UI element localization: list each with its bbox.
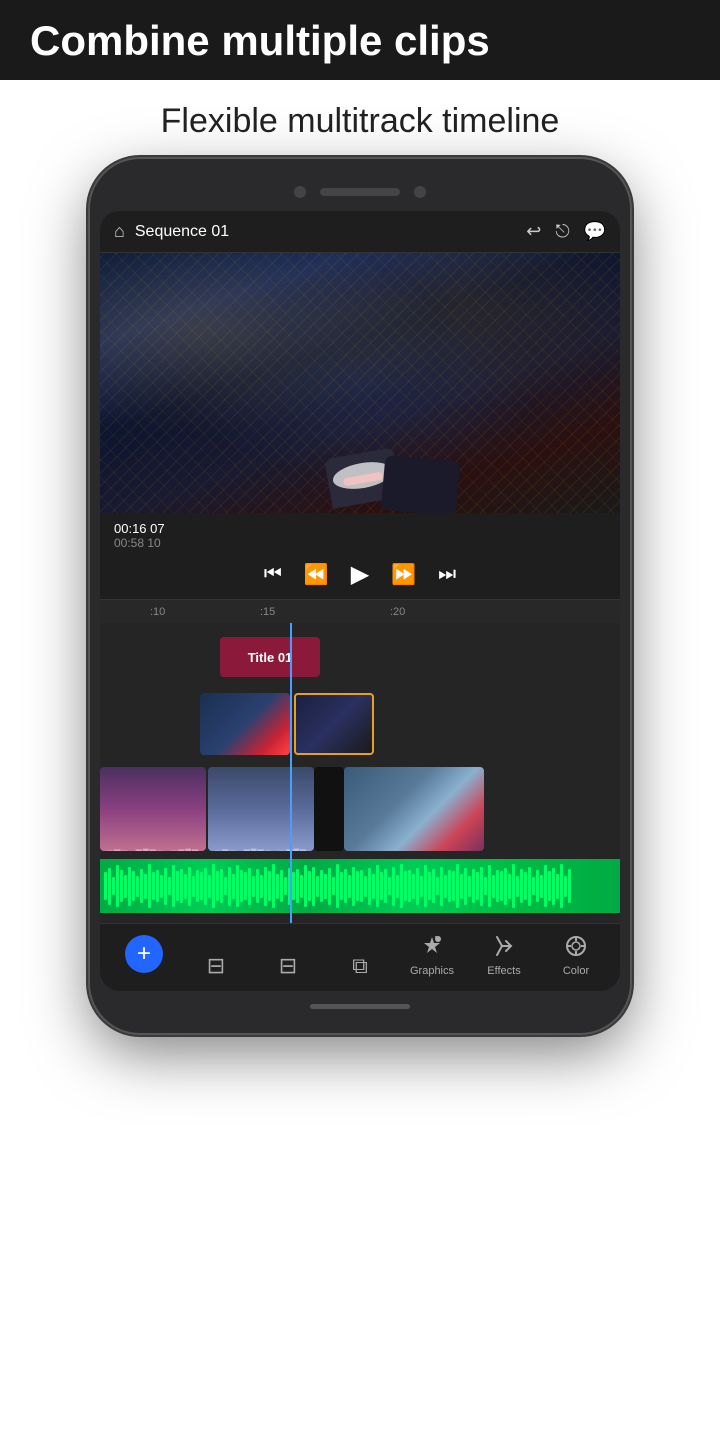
audio-wave-visual <box>104 863 616 909</box>
subtitle: Flexible multitrack timeline <box>0 80 720 159</box>
main-clip-2[interactable] <box>208 767 314 851</box>
playback-controls: ⏮ ⏪ ▶ ⏩ ⏭ <box>114 556 606 595</box>
timeline-tracks[interactable]: Title 01 <box>100 623 620 923</box>
step-back-button[interactable]: ⏪ <box>304 562 329 587</box>
broll-clip-1[interactable] <box>200 693 290 755</box>
ruler-mark-20: :20 <box>390 606 405 618</box>
speaker-bar <box>320 188 400 196</box>
shoe-right <box>381 455 461 513</box>
nav-item-add[interactable]: + <box>108 935 180 977</box>
phone-wrapper: ⌂ Sequence 01 ↩ ⎋ 💬 <box>0 159 720 1063</box>
color-icon <box>564 934 588 962</box>
graphics-label: Graphics <box>410 965 454 977</box>
home-indicator <box>310 1004 410 1009</box>
nav-item-graphics[interactable]: Graphics <box>396 934 468 977</box>
app-header: ⌂ Sequence 01 ↩ ⎋ 💬 <box>100 211 620 253</box>
broll-track <box>100 689 620 761</box>
bottom-nav: + ⊟ ⊟ ⧉ <box>100 923 620 991</box>
play-button[interactable]: ▶ <box>351 560 369 589</box>
add-icon: + <box>137 940 151 968</box>
color-label: Color <box>563 965 589 977</box>
nav-item-effects[interactable]: Effects <box>468 934 540 977</box>
effects-icon <box>492 934 516 962</box>
home-icon[interactable]: ⌂ <box>114 221 125 242</box>
phone-bottom <box>100 997 620 1015</box>
ruler-mark-10: :10 <box>150 606 165 618</box>
header-icons: ↩ ⎋ 💬 <box>526 221 606 242</box>
banner-title: Combine multiple clips <box>30 18 690 64</box>
split-icon: ⊟ <box>279 955 297 977</box>
title-clip[interactable]: Title 01 <box>220 637 320 677</box>
front-camera-right <box>414 186 426 198</box>
waveform-1 <box>100 838 206 848</box>
title-track: Title 01 <box>100 629 620 685</box>
ruler-mark-15: :15 <box>260 606 275 618</box>
undo-icon[interactable]: ↩ <box>526 221 541 242</box>
step-forward-button[interactable]: ⏩ <box>391 562 416 587</box>
nav-item-split[interactable]: ⊟ <box>252 955 324 977</box>
nav-item-layers[interactable]: ⧉ <box>324 955 396 977</box>
top-banner: Combine multiple clips <box>0 0 720 80</box>
nav-item-color[interactable]: Color <box>540 934 612 977</box>
comment-icon[interactable]: 💬 <box>584 221 606 242</box>
time-primary: 00:16 07 <box>114 521 606 536</box>
main-video-track <box>100 765 620 855</box>
phone-screen: ⌂ Sequence 01 ↩ ⎋ 💬 <box>100 211 620 991</box>
nav-items: + ⊟ ⊟ ⧉ <box>108 934 612 977</box>
video-preview <box>100 253 620 513</box>
main-clip-3[interactable] <box>344 767 484 851</box>
time-secondary: 00:58 10 <box>114 536 606 550</box>
nav-item-trim[interactable]: ⊟ <box>180 955 252 977</box>
graphics-icon <box>420 934 444 962</box>
time-display: 00:16 07 00:58 10 <box>114 521 606 550</box>
title-clip-label: Title 01 <box>248 650 293 665</box>
share-icon[interactable]: ⎋ <box>555 221 569 242</box>
broll-clip-2-selected[interactable] <box>294 693 374 755</box>
timeline-ruler: :10 :15 :20 <box>100 599 620 623</box>
main-gap <box>314 767 344 851</box>
skip-to-end-button[interactable]: ⏭ <box>438 563 456 586</box>
add-button[interactable]: + <box>125 935 163 973</box>
effects-label: Effects <box>487 965 520 977</box>
sequence-title: Sequence 01 <box>135 223 526 241</box>
main-clip-1[interactable] <box>100 767 206 851</box>
playback-section: 00:16 07 00:58 10 ⏮ ⏪ ▶ ⏩ ⏭ <box>100 513 620 599</box>
skip-to-start-button[interactable]: ⏮ <box>264 563 282 586</box>
layers-icon: ⧉ <box>352 955 368 977</box>
trim-icon: ⊟ <box>207 955 225 977</box>
front-camera-left <box>294 186 306 198</box>
audio-waveform <box>100 859 620 913</box>
waveform-2 <box>208 838 314 848</box>
phone-frame: ⌂ Sequence 01 ↩ ⎋ 💬 <box>90 159 630 1033</box>
audio-track <box>100 859 620 913</box>
playhead[interactable] <box>290 623 292 923</box>
phone-top-bar <box>100 177 620 207</box>
person-silhouette <box>318 353 458 513</box>
